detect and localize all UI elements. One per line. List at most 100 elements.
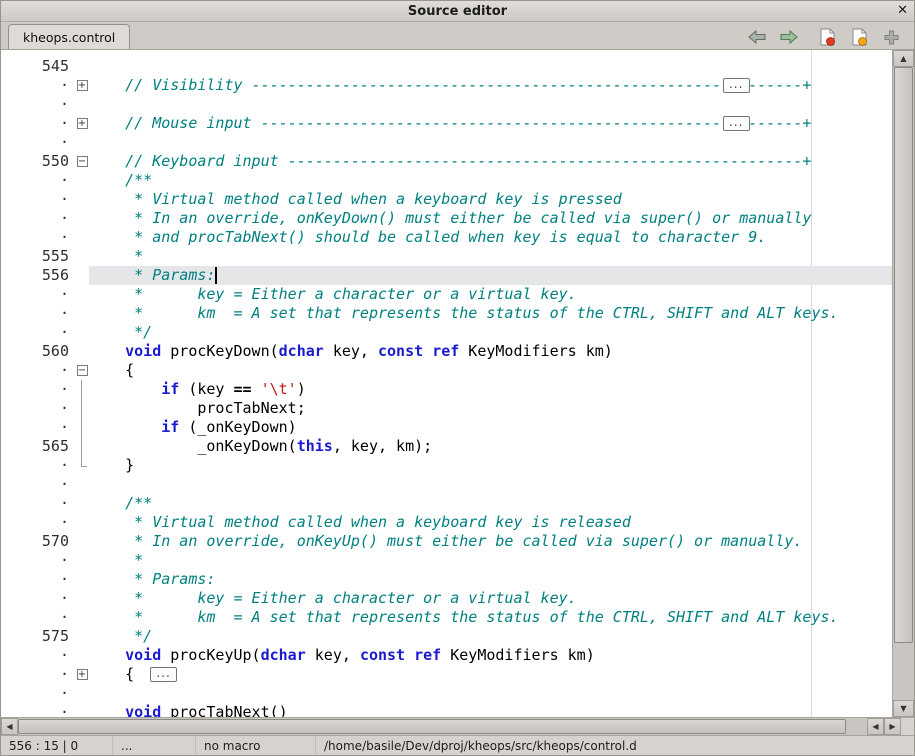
gutter-cell[interactable]: · <box>1 76 75 95</box>
gutter-cell[interactable]: · <box>1 418 75 437</box>
code-line[interactable]: * Params: <box>89 570 892 589</box>
code-line[interactable]: {... <box>89 665 892 684</box>
code-line[interactable]: // Visibility --------------------------… <box>89 76 892 95</box>
gutter-cell[interactable]: · <box>1 209 75 228</box>
save-document-icon[interactable] <box>816 27 838 47</box>
gutter[interactable]: 545····550····555556···560····565····570… <box>1 50 75 717</box>
code-line[interactable]: if (_onKeyDown) <box>89 418 892 437</box>
scroll-left-end-icon[interactable]: ◀ <box>867 718 884 735</box>
code-line[interactable]: { <box>89 361 892 380</box>
code-line[interactable]: * In an override, onKeyUp() must either … <box>89 532 892 551</box>
gutter-cell[interactable]: · <box>1 475 75 494</box>
gutter-cell[interactable]: · <box>1 114 75 133</box>
code-line[interactable]: * Virtual method called when a keyboard … <box>89 190 892 209</box>
horizontal-scroll-track[interactable] <box>18 718 867 735</box>
gutter-cell[interactable]: · <box>1 95 75 114</box>
gutter-cell[interactable]: · <box>1 190 75 209</box>
horizontal-scrollbar[interactable]: ◀ ◀ ▶ <box>1 717 914 735</box>
fold-marker-plus-icon[interactable]: + <box>77 118 88 129</box>
vertical-scroll-track[interactable] <box>893 67 914 700</box>
code-line[interactable]: /** <box>89 171 892 190</box>
code-line[interactable]: void procKeyUp(dchar key, const ref KeyM… <box>89 646 892 665</box>
gutter-cell[interactable]: 555 <box>1 247 75 266</box>
gutter-cell[interactable]: 550 <box>1 152 75 171</box>
gutter-cell[interactable]: · <box>1 171 75 190</box>
save-document-as-icon[interactable] <box>848 27 870 47</box>
fold-ellipsis[interactable]: ... <box>723 78 750 93</box>
code-line[interactable] <box>89 133 892 152</box>
fold-marker-plus-icon[interactable]: + <box>77 669 88 680</box>
fold-cell <box>75 589 89 608</box>
gutter-cell[interactable]: · <box>1 665 75 684</box>
code-line[interactable]: // Mouse input -------------------------… <box>89 114 892 133</box>
code-area[interactable]: // Visibility --------------------------… <box>89 50 892 717</box>
code-line[interactable]: // Keyboard input ----------------------… <box>89 152 892 171</box>
fold-marker-plus-icon[interactable]: + <box>77 80 88 91</box>
code-line[interactable]: * Virtual method called when a keyboard … <box>89 513 892 532</box>
code-line[interactable]: _onKeyDown(this, key, km); <box>89 437 892 456</box>
code-line[interactable]: * km = A set that represents the status … <box>89 304 892 323</box>
gutter-cell[interactable]: · <box>1 646 75 665</box>
code-line[interactable]: */ <box>89 627 892 646</box>
code-line[interactable]: if (key == '\t') <box>89 380 892 399</box>
gutter-cell[interactable]: · <box>1 703 75 717</box>
gutter-cell[interactable]: · <box>1 304 75 323</box>
gutter-cell[interactable]: · <box>1 380 75 399</box>
navigate-forward-icon[interactable] <box>778 27 800 47</box>
vertical-scrollbar[interactable]: ▲ ▼ <box>892 50 914 717</box>
gutter-cell[interactable]: · <box>1 228 75 247</box>
fold-column[interactable]: + + − − + <box>75 50 89 717</box>
vertical-scroll-thumb[interactable] <box>894 67 913 643</box>
fold-marker-minus-icon[interactable]: − <box>77 156 88 167</box>
gutter-cell[interactable]: · <box>1 684 75 703</box>
gutter-cell[interactable]: · <box>1 399 75 418</box>
gutter-cell[interactable]: · <box>1 133 75 152</box>
fold-marker-minus-icon[interactable]: − <box>77 365 88 376</box>
gutter-cell[interactable]: 565 <box>1 437 75 456</box>
code-line[interactable] <box>89 57 892 76</box>
code-line[interactable]: * Params: <box>89 266 892 285</box>
code-line[interactable]: * key = Either a character or a virtual … <box>89 589 892 608</box>
code-line[interactable]: */ <box>89 323 892 342</box>
code-line[interactable]: * In an override, onKeyDown() must eithe… <box>89 209 892 228</box>
tab-kheops-control[interactable]: kheops.control <box>8 24 130 49</box>
code-line[interactable] <box>89 684 892 703</box>
code-line[interactable]: * <box>89 551 892 570</box>
code-line[interactable] <box>89 475 892 494</box>
code-line[interactable]: * key = Either a character or a virtual … <box>89 285 892 304</box>
close-icon[interactable]: ✕ <box>897 3 908 18</box>
gutter-cell[interactable]: · <box>1 608 75 627</box>
gutter-cell[interactable]: · <box>1 323 75 342</box>
gutter-cell[interactable]: · <box>1 494 75 513</box>
scroll-up-icon[interactable]: ▲ <box>893 50 914 67</box>
gutter-cell[interactable]: · <box>1 570 75 589</box>
gutter-cell[interactable]: · <box>1 589 75 608</box>
code-line[interactable]: procTabNext; <box>89 399 892 418</box>
code-line[interactable]: /** <box>89 494 892 513</box>
gutter-cell[interactable]: · <box>1 285 75 304</box>
gutter-cell[interactable]: · <box>1 513 75 532</box>
gutter-cell[interactable]: 560 <box>1 342 75 361</box>
scroll-down-icon[interactable]: ▼ <box>893 700 914 717</box>
code-line[interactable]: } <box>89 456 892 475</box>
fold-ellipsis[interactable]: ... <box>150 667 177 682</box>
code-line[interactable]: void procTabNext() <box>89 703 892 717</box>
scroll-right-end-icon[interactable]: ▶ <box>884 718 901 735</box>
gutter-cell[interactable]: · <box>1 551 75 570</box>
gutter-cell[interactable]: · <box>1 361 75 380</box>
code-line[interactable]: * km = A set that represents the status … <box>89 608 892 627</box>
detach-window-icon[interactable] <box>880 27 902 47</box>
gutter-cell[interactable]: 570 <box>1 532 75 551</box>
code-line[interactable]: * and procTabNext() should be called whe… <box>89 228 892 247</box>
horizontal-scroll-thumb[interactable] <box>18 719 846 734</box>
code-line[interactable]: * <box>89 247 892 266</box>
navigate-back-icon[interactable] <box>746 27 768 47</box>
scroll-left-icon[interactable]: ◀ <box>1 718 18 735</box>
fold-ellipsis[interactable]: ... <box>723 116 750 131</box>
gutter-cell[interactable]: · <box>1 456 75 475</box>
gutter-cell[interactable]: 575 <box>1 627 75 646</box>
code-line[interactable]: void procKeyDown(dchar key, const ref Ke… <box>89 342 892 361</box>
code-line[interactable] <box>89 95 892 114</box>
gutter-cell[interactable]: 556 <box>1 266 75 285</box>
gutter-cell[interactable]: 545 <box>1 57 75 76</box>
